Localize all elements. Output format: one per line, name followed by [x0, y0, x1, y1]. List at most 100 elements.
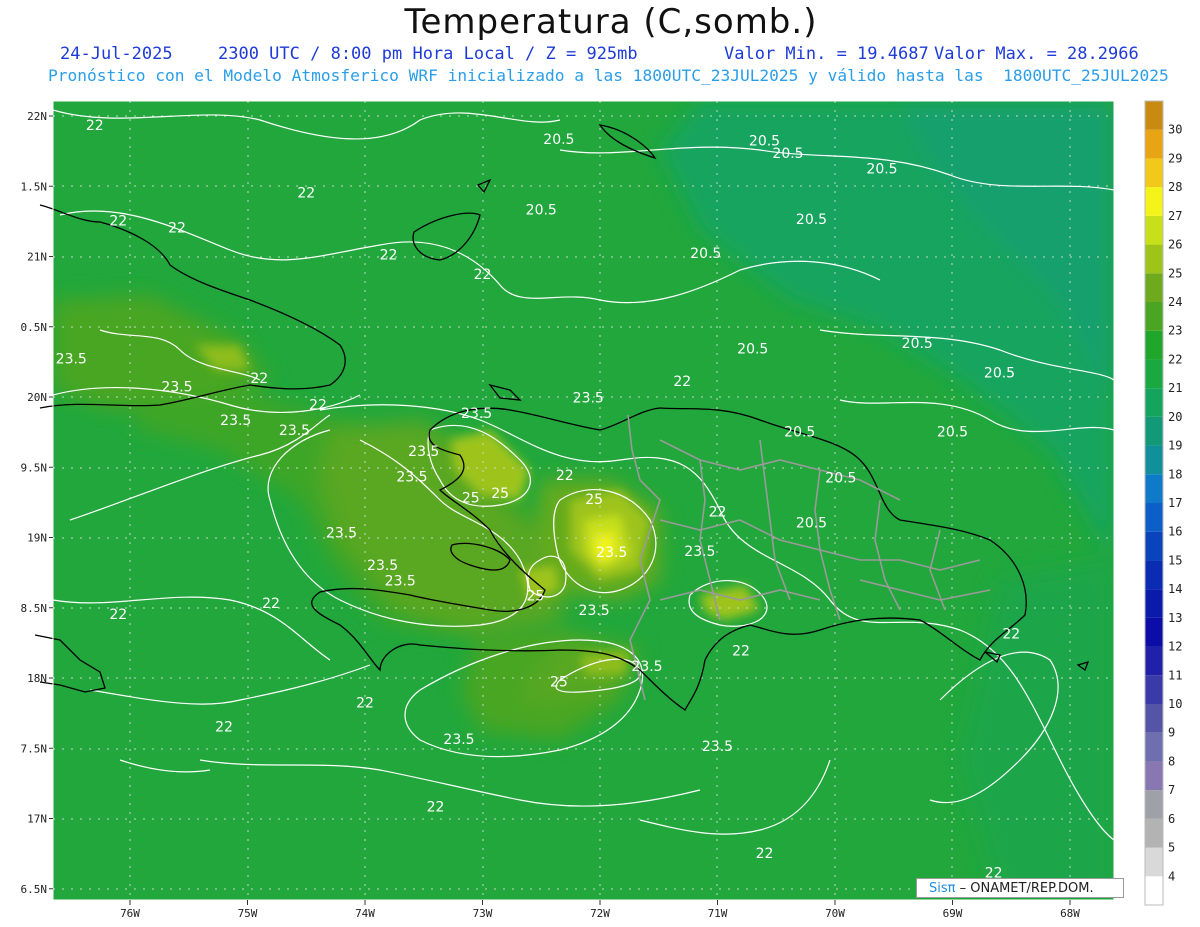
colorbar-swatch [1145, 732, 1163, 762]
colorbar-label: 9 [1168, 726, 1175, 740]
colorbar: 4 5 6 7 8 9 10 11 12 13 14 15 16 17 18 19 20 21 22 23 24 25 26… [1144, 100, 1182, 906]
colorbar-label: 14 [1168, 582, 1182, 596]
lon-tick-label: 70W [825, 907, 845, 920]
contour-label: 20.5 [984, 365, 1015, 381]
lat-tick-label: 17N [27, 813, 47, 826]
contour-label: 20.5 [543, 132, 574, 148]
contour-label: 22 [168, 221, 186, 237]
contour-label: 23.5 [408, 444, 439, 460]
contour-label: 20.5 [772, 146, 803, 162]
contour-label: 20.5 [825, 471, 856, 487]
colorbar-label: 7 [1168, 783, 1175, 797]
contour-label: 20.5 [902, 336, 933, 352]
contour-label: 22 [556, 468, 574, 484]
contour-label: 22 [250, 371, 268, 387]
colorbar-label: 25 [1168, 266, 1182, 280]
colorbar-swatch [1145, 244, 1163, 274]
lon-tick-label: 68W [1060, 907, 1080, 920]
contour-label: 22 [215, 719, 233, 735]
colorbar-swatch [1145, 388, 1163, 417]
contour-label: 23.5 [596, 545, 627, 561]
colorbar-swatch [1145, 273, 1163, 302]
colorbar-swatch [1145, 531, 1163, 561]
contour-label: 22 [297, 185, 315, 201]
credit-org: – ONAMET/REP.DOM. [955, 881, 1094, 896]
contour-label: 23.5 [631, 659, 662, 675]
lat-tick-label: 8.5N [21, 602, 48, 615]
colorbar-swatch [1145, 704, 1163, 733]
colorbar-label: 12 [1168, 640, 1182, 654]
contour-label: 22 [380, 247, 398, 263]
contour-label: 20.5 [866, 162, 897, 178]
lat-tick-label: 9.5N [21, 461, 48, 474]
lat-tick-label: 18N [27, 672, 47, 685]
colorbar-swatch [1145, 187, 1163, 216]
colorbar-swatch [1145, 445, 1163, 475]
colorbar-swatch [1145, 129, 1163, 159]
colorbar-label: 11 [1168, 668, 1182, 682]
colorbar-label: 27 [1168, 209, 1182, 223]
lat-tick-label: 19N [27, 532, 47, 545]
lon-tick-label: 73W [473, 907, 493, 920]
contour-label: 22 [1002, 627, 1020, 643]
contour-label: 23.5 [396, 469, 427, 485]
lat-tick-label: 20N [27, 391, 47, 404]
lon-tick-label: 76W [120, 907, 140, 920]
contour-label: 23.5 [161, 379, 192, 395]
map-canvas: 20.5 20.5 20.5 20.5 20.5 20.5 20.5 20.5 20.5 20.5… [21, 100, 1182, 920]
contour-label: 22 [756, 846, 774, 862]
colorbar-swatch [1145, 675, 1163, 704]
colorbar-label: 5 [1168, 841, 1175, 855]
contour-label: 22 [86, 118, 104, 134]
colorbar-label: 17 [1168, 496, 1182, 510]
contour-label: 25 [550, 674, 568, 690]
credit-brand: Sisπ [929, 881, 956, 896]
lon-tick-label: 71W [708, 907, 728, 920]
colorbar-label: 29 [1168, 151, 1182, 165]
colorbar-swatch [1145, 818, 1163, 848]
contour-label: 22 [262, 596, 280, 612]
contour-label: 22 [673, 374, 691, 390]
lon-tick-label: 74W [355, 907, 375, 920]
colorbar-label: 21 [1168, 381, 1182, 395]
contour-label: 20.5 [784, 424, 815, 440]
contour-label: 23.5 [684, 544, 715, 560]
lat-tick-label: 21N [27, 251, 47, 264]
colorbar-swatch [1145, 503, 1163, 532]
colorbar-swatch [1145, 416, 1163, 446]
lat-tick-label: 7.5N [21, 742, 48, 755]
lat-tick-label: 1.5N [21, 180, 48, 193]
colorbar-swatch [1145, 101, 1163, 130]
contour-label: 23.5 [326, 526, 357, 542]
colorbar-swatch [1145, 589, 1163, 618]
lat-tick-label: 0.5N [21, 321, 48, 334]
colorbar-swatch [1145, 560, 1163, 590]
contour-label: 22 [427, 799, 445, 815]
colorbar-label: 6 [1168, 812, 1175, 826]
colorbar-label: 10 [1168, 697, 1182, 711]
colorbar-label: 30 [1168, 123, 1182, 137]
colorbar-label: 23 [1168, 324, 1182, 338]
contour-label: 20.5 [796, 516, 827, 532]
contour-label: 23.5 [279, 423, 310, 439]
colorbar-swatch [1145, 617, 1163, 647]
contour-label: 22 [709, 504, 727, 520]
contour-label: 23.5 [220, 413, 251, 429]
contour-label: 25 [526, 589, 544, 605]
colorbar-label: 18 [1168, 467, 1182, 481]
colorbar-swatch [1145, 474, 1163, 503]
contour-label: 20.5 [796, 212, 827, 228]
longitude-axis: 76W 75W 74W 73W 72W 71W 70W 69W 68W [120, 900, 1080, 920]
contour-label: 20.5 [937, 424, 968, 440]
colorbar-swatch [1145, 761, 1163, 791]
contour-label: 22 [309, 398, 327, 414]
lon-tick-label: 75W [238, 907, 258, 920]
colorbar-swatch [1145, 847, 1163, 877]
contour-label: 25 [491, 486, 509, 502]
colorbar-label: 8 [1168, 754, 1175, 768]
colorbar-label: 15 [1168, 553, 1182, 567]
lon-tick-label: 69W [943, 907, 963, 920]
contour-label: 23.5 [385, 573, 416, 589]
contour-label: 23.5 [573, 391, 604, 407]
contour-label: 20.5 [526, 202, 557, 218]
